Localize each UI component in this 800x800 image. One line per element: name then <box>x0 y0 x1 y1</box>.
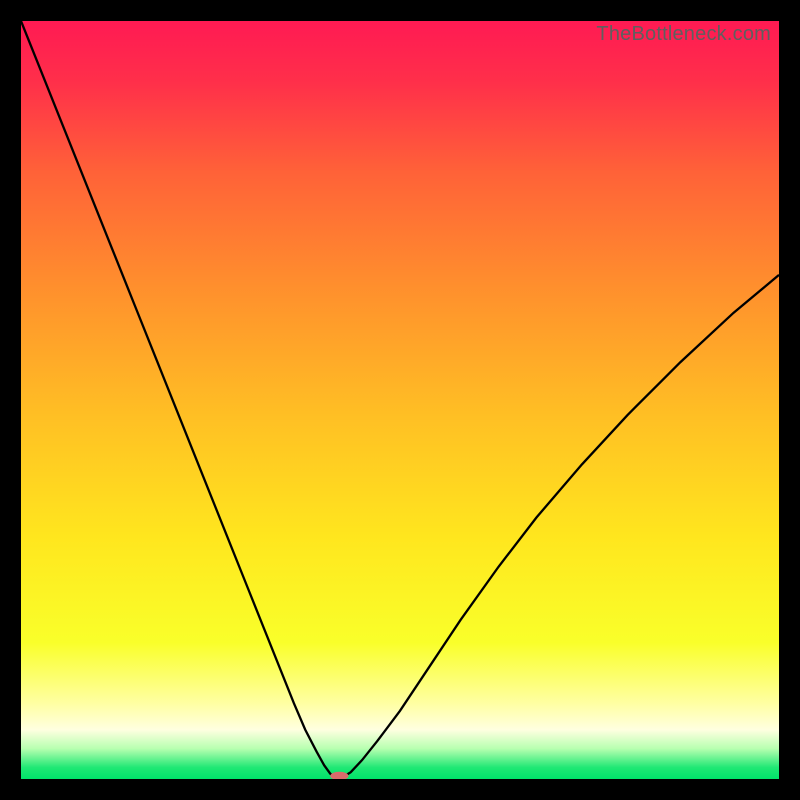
background-gradient <box>21 21 779 779</box>
chart-plot-area: TheBottleneck.com <box>21 21 779 779</box>
chart-frame: TheBottleneck.com <box>0 0 800 800</box>
chart-svg <box>21 21 779 779</box>
